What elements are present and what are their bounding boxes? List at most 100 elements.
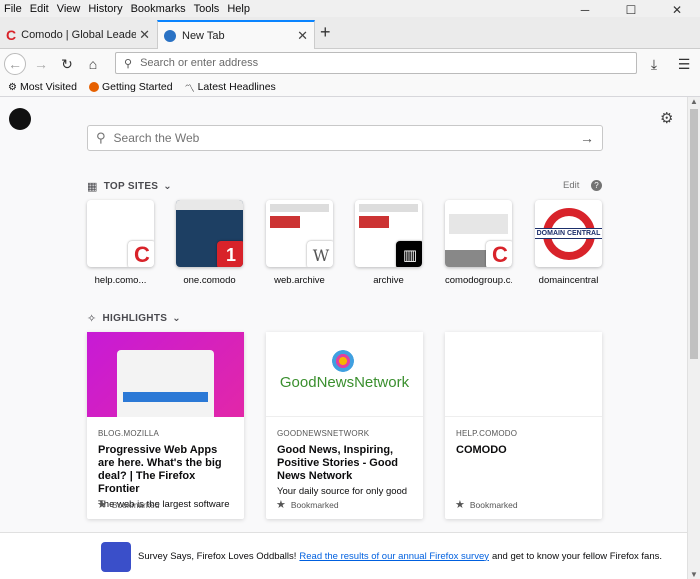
card-image bbox=[445, 332, 602, 417]
bookmark-label: Latest Headlines bbox=[197, 81, 276, 93]
top-site-tile[interactable]: ▥ archive bbox=[355, 200, 422, 286]
card-title: Progressive Web Apps are here. What's th… bbox=[98, 444, 222, 495]
bookmarks-toolbar: ⚙ Most Visited Getting Started 〽 Latest He… bbox=[0, 78, 700, 97]
top-site-tile[interactable]: C help.como... bbox=[87, 200, 154, 286]
card-title: COMODO bbox=[456, 444, 507, 456]
goodnews-logo: GoodNewsNetwork bbox=[279, 374, 410, 391]
card-image bbox=[87, 332, 244, 417]
hamburger-menu-icon[interactable]: ☰ bbox=[673, 53, 695, 75]
bookmark-label: Most Visited bbox=[19, 81, 77, 93]
site-label: one.comodo bbox=[183, 275, 236, 286]
menu-help[interactable]: Help bbox=[227, 3, 250, 15]
firefox-icon bbox=[88, 82, 99, 92]
vertical-scrollbar[interactable]: ▲ ▼ bbox=[687, 97, 700, 579]
top-sites-header: ▦ TOP SITES ⌄ bbox=[87, 180, 172, 193]
survey-link[interactable]: Read the results of our annual Firefox s… bbox=[299, 551, 489, 562]
star-icon: ★ bbox=[97, 499, 107, 511]
card-title: Good News, Inspiring, Positive Stories -… bbox=[277, 444, 399, 482]
comodo-logo-icon bbox=[9, 108, 31, 130]
top-sites-grid: C help.como... 1 one.comodo W web.archiv… bbox=[87, 200, 603, 290]
top-site-tile[interactable]: 1 one.comodo bbox=[176, 200, 243, 286]
tab-new-tab[interactable]: New Tab ✕ bbox=[157, 20, 315, 50]
archive-building-icon: ▥ bbox=[396, 241, 422, 267]
wikipedia-favicon-icon: W bbox=[307, 241, 333, 267]
sparkle-icon: ✧ bbox=[87, 313, 97, 325]
site-label: archive bbox=[373, 275, 404, 286]
menu-file[interactable]: File bbox=[4, 3, 22, 15]
tab-title: New Tab bbox=[182, 30, 225, 42]
bookmark-getting-started[interactable]: Getting Started bbox=[88, 81, 173, 93]
site-thumbnail: W bbox=[266, 200, 333, 267]
top-sites-edit[interactable]: Edit bbox=[563, 180, 579, 191]
back-button[interactable]: ← bbox=[4, 53, 26, 75]
top-site-tile[interactable]: W web.archive bbox=[266, 200, 333, 286]
search-icon: ⚲ bbox=[96, 130, 106, 145]
site-thumbnail: DOMAIN CENTRAL bbox=[535, 200, 602, 267]
search-placeholder: Search the Web bbox=[113, 131, 200, 145]
menu-bookmarks[interactable]: Bookmarks bbox=[131, 3, 186, 15]
nav-bar: ← → ↻ ⌂ ⚲ Search or enter address ⤓ ☰ bbox=[0, 49, 700, 78]
highlight-card[interactable]: HELP.COMODO COMODO ★ Bookmarked bbox=[445, 332, 602, 519]
domain-central-logo: DOMAIN CENTRAL bbox=[535, 207, 602, 260]
card-source: GOODNEWSNETWORK bbox=[277, 429, 370, 438]
section-title: HIGHLIGHTS bbox=[102, 313, 168, 324]
chevron-down-icon[interactable]: ⌄ bbox=[163, 181, 172, 192]
site-label: domaincentral bbox=[538, 275, 599, 286]
menu-tools[interactable]: Tools bbox=[194, 3, 220, 15]
card-context: ★ Bookmarked bbox=[276, 499, 339, 511]
bookmark-latest-headlines[interactable]: 〽 Latest Headlines bbox=[185, 80, 276, 95]
reload-button[interactable]: ↻ bbox=[56, 53, 78, 75]
section-title: TOP SITES bbox=[103, 181, 159, 192]
rss-icon: 〽 bbox=[184, 83, 195, 95]
highlight-card[interactable]: GoodNewsNetwork GOODNEWSNETWORK Good New… bbox=[266, 332, 423, 519]
card-source: HELP.COMODO bbox=[456, 429, 518, 438]
gear-icon: ⚙ bbox=[8, 81, 17, 93]
snippet-text-end: and get to know your fellow Firefox fans… bbox=[491, 550, 663, 562]
bookmark-most-visited[interactable]: ⚙ Most Visited bbox=[8, 81, 77, 93]
card-image: GoodNewsNetwork bbox=[266, 332, 423, 417]
search-arrow-icon[interactable]: → bbox=[580, 130, 594, 146]
site-thumbnail: 1 bbox=[176, 200, 243, 267]
bookmark-label: Getting Started bbox=[101, 81, 173, 93]
tab-title: Comodo | Global Leader in Cy bbox=[21, 28, 137, 41]
settings-gear-icon[interactable]: ⚙ bbox=[660, 109, 673, 127]
highlight-card[interactable]: BLOG.MOZILLA Progressive Web Apps are he… bbox=[87, 332, 244, 519]
top-site-tile[interactable]: DOMAIN CENTRAL domaincentral bbox=[535, 200, 602, 286]
web-search-box[interactable]: ⚲ Search the Web → bbox=[87, 125, 603, 151]
scroll-up-icon[interactable]: ▲ bbox=[688, 97, 700, 106]
site-thumbnail: ▥ bbox=[355, 200, 422, 267]
menu-view[interactable]: View bbox=[57, 3, 81, 15]
star-icon: ★ bbox=[455, 499, 465, 511]
help-icon[interactable]: ? bbox=[591, 180, 602, 191]
firefox-icon bbox=[164, 30, 176, 42]
menu-history[interactable]: History bbox=[88, 3, 122, 15]
new-tab-button[interactable]: + bbox=[320, 22, 331, 43]
highlights-grid: BLOG.MOZILLA Progressive Web Apps are he… bbox=[87, 332, 603, 519]
forward-button[interactable]: → bbox=[30, 53, 52, 75]
close-tab-icon[interactable]: ✕ bbox=[297, 28, 308, 44]
card-context: ★ Bookmarked bbox=[455, 499, 518, 511]
tab-comodo[interactable]: C Comodo | Global Leader in Cy ✕ bbox=[0, 20, 156, 49]
url-bar[interactable]: ⚲ Search or enter address bbox=[115, 52, 637, 74]
home-button[interactable]: ⌂ bbox=[82, 53, 104, 75]
site-label: help.como... bbox=[94, 275, 147, 286]
top-site-tile[interactable]: C comodogroup.c... bbox=[445, 200, 512, 286]
flower-logo-icon bbox=[332, 350, 354, 372]
new-tab-page: ⚙ ⚲ Search the Web → ▦ TOP SITES ⌄ Edit … bbox=[0, 97, 687, 579]
menu-edit[interactable]: Edit bbox=[30, 3, 49, 15]
snippet-text: Survey Says, Firefox Loves Oddballs! bbox=[138, 550, 297, 562]
close-tab-icon[interactable]: ✕ bbox=[139, 27, 150, 43]
oddball-mascot-icon bbox=[101, 542, 131, 572]
scroll-down-icon[interactable]: ▼ bbox=[688, 570, 700, 579]
card-description: Your daily source for only good bbox=[277, 486, 408, 497]
search-icon: ⚲ bbox=[124, 57, 133, 70]
site-label: comodogroup.c... bbox=[445, 275, 512, 286]
card-source: BLOG.MOZILLA bbox=[98, 429, 160, 438]
downloads-icon[interactable]: ⤓ bbox=[643, 53, 665, 75]
snippet-banner: Survey Says, Firefox Loves Oddballs! Rea… bbox=[0, 532, 687, 579]
chevron-down-icon[interactable]: ⌄ bbox=[172, 313, 181, 324]
comodo-favicon-icon: C bbox=[486, 241, 512, 267]
site-thumbnail: C bbox=[87, 200, 154, 267]
scrollbar-thumb[interactable] bbox=[690, 109, 698, 359]
site-label: web.archive bbox=[274, 275, 325, 286]
